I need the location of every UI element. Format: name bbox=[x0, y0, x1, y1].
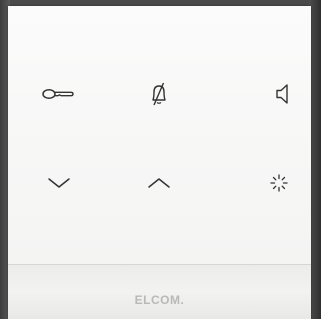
chevron-up-icon bbox=[148, 178, 170, 188]
bell-muted-icon bbox=[152, 82, 166, 106]
chevron-down-icon bbox=[48, 178, 70, 188]
volume-button[interactable] bbox=[263, 74, 303, 114]
light-icon bbox=[270, 174, 288, 192]
intercom-device: ELCOM. bbox=[8, 6, 311, 319]
control-panel bbox=[8, 6, 311, 265]
light-button[interactable] bbox=[259, 163, 299, 203]
down-button[interactable] bbox=[39, 163, 79, 203]
device-base: ELCOM. bbox=[8, 265, 311, 319]
brand-logo: ELCOM. bbox=[134, 293, 185, 307]
mute-button[interactable] bbox=[139, 74, 179, 114]
key-icon bbox=[42, 89, 74, 99]
photo-scene: ELCOM. bbox=[0, 0, 321, 319]
speaker-icon bbox=[276, 84, 288, 104]
door-open-button[interactable] bbox=[39, 74, 79, 114]
up-button[interactable] bbox=[139, 163, 179, 203]
